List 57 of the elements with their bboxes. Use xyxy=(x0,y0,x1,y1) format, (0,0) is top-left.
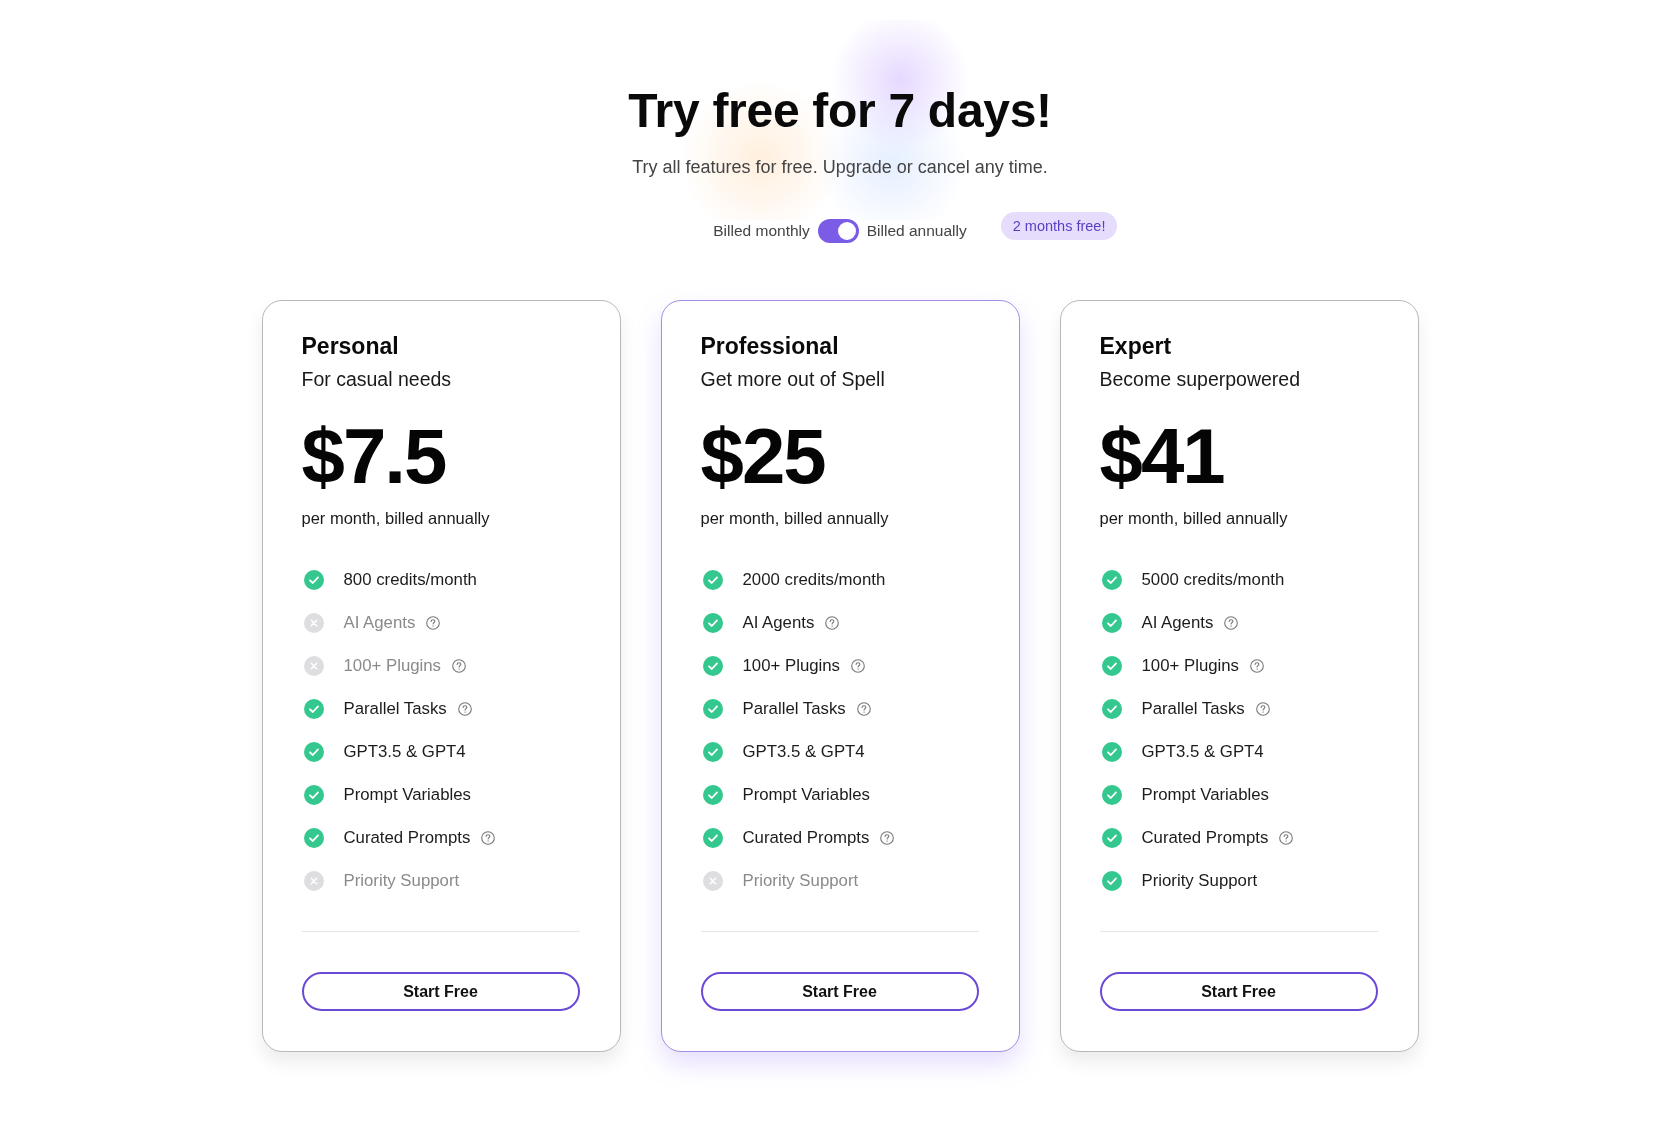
annual-label: Billed annually xyxy=(866,222,967,240)
feature-label: Parallel Tasks xyxy=(1141,699,1245,720)
plan-name: Expert xyxy=(1099,332,1172,360)
feature-label: AI Agents xyxy=(343,613,416,634)
feature-label: Prompt Variables xyxy=(742,784,870,805)
help-icon[interactable] xyxy=(457,702,472,717)
help-icon[interactable] xyxy=(1250,659,1264,674)
help-icon[interactable] xyxy=(452,659,466,674)
page-title: Try free for 7 days! xyxy=(628,83,1052,139)
feature-label: GPT3.5 & GPT4 xyxy=(343,742,466,762)
price-note: per month, billed annually xyxy=(1099,508,1288,528)
feature-label: Prompt Variables xyxy=(1141,784,1269,805)
start-free-button[interactable]: Start Free xyxy=(1099,972,1378,1011)
plan-price: $7.5 xyxy=(301,416,446,496)
start-free-button[interactable]: Start Free xyxy=(700,972,979,1011)
plan-price: $41 xyxy=(1099,416,1224,496)
help-icon[interactable] xyxy=(1224,616,1239,631)
page-subtitle: Try all features for free. Upgrade or cancel any time. xyxy=(632,156,1048,179)
feature-label: Parallel Tasks xyxy=(742,699,846,720)
plan-tagline: Become superpowered xyxy=(1099,367,1301,392)
plan-tagline: Get more out of Spell xyxy=(700,367,885,392)
help-icon[interactable] xyxy=(856,702,871,717)
help-icon[interactable] xyxy=(1255,702,1270,717)
feature-label: Priority Support xyxy=(343,870,460,891)
feature-label: 100+ Plugins xyxy=(343,656,441,677)
feature-label: Prompt Variables xyxy=(343,784,471,805)
feature-label: AI Agents xyxy=(742,613,815,634)
feature-label: 100+ Plugins xyxy=(742,656,840,677)
feature-label: 2000 credits/month xyxy=(742,570,886,591)
help-icon[interactable] xyxy=(426,616,441,631)
help-icon[interactable] xyxy=(851,659,865,674)
feature-label: 100+ Plugins xyxy=(1141,656,1239,677)
help-icon[interactable] xyxy=(880,830,895,845)
feature-label: GPT3.5 & GPT4 xyxy=(1141,742,1264,762)
monthly-label: Billed monthly xyxy=(713,222,810,240)
feature-label: Priority Support xyxy=(742,870,859,891)
billing-toggle[interactable] xyxy=(817,219,859,243)
help-icon[interactable] xyxy=(481,830,496,845)
feature-label: 5000 credits/month xyxy=(1141,570,1285,591)
feature-label: GPT3.5 & GPT4 xyxy=(742,742,865,762)
start-free-button[interactable]: Start Free xyxy=(301,972,580,1011)
plan-name: Personal xyxy=(301,332,399,360)
plan-tagline: For casual needs xyxy=(301,367,452,392)
discount-badge: 2 months free! xyxy=(1000,212,1118,240)
feature-label: Curated Prompts xyxy=(1141,827,1269,848)
plan-name: Professional xyxy=(700,332,839,360)
help-icon[interactable] xyxy=(825,616,840,631)
price-note: per month, billed annually xyxy=(700,508,889,528)
feature-label: Parallel Tasks xyxy=(343,699,447,720)
feature-label: Curated Prompts xyxy=(343,827,471,848)
plan-price: $25 xyxy=(700,416,825,496)
help-icon[interactable] xyxy=(1279,830,1294,845)
feature-label: Curated Prompts xyxy=(742,827,870,848)
feature-label: Priority Support xyxy=(1141,870,1258,891)
feature-label: 800 credits/month xyxy=(343,570,477,591)
price-note: per month, billed annually xyxy=(301,508,490,528)
feature-label: AI Agents xyxy=(1141,613,1214,634)
